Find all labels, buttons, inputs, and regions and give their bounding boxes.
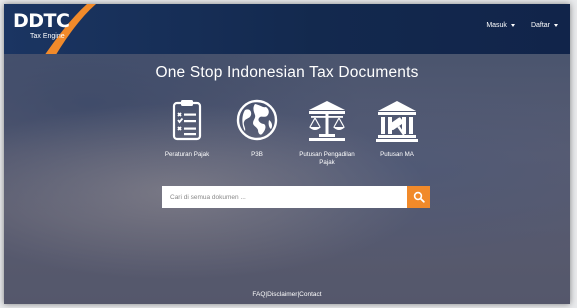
search-button[interactable] — [407, 186, 430, 208]
category-label: Peraturan Pajak — [164, 151, 210, 158]
logo[interactable]: DDTC — [13, 10, 70, 32]
login-label: Masuk — [486, 22, 507, 29]
regulation-clipboard-icon — [172, 100, 202, 141]
login-menu[interactable]: Masuk — [486, 22, 515, 29]
category-putusan-pengadilan-pajak[interactable]: Putusan Pengadilan Pajak — [292, 96, 362, 167]
register-menu[interactable]: Daftar — [531, 22, 558, 29]
supreme-court-gavel-icon — [376, 101, 418, 142]
tax-court-scales-icon — [309, 101, 345, 141]
register-label: Daftar — [530, 22, 550, 29]
category-peraturan-pajak[interactable]: Peraturan Pajak — [152, 96, 222, 167]
hero-background — [4, 54, 570, 304]
search-icon — [413, 191, 425, 203]
category-p3b[interactable]: P3B — [222, 96, 292, 167]
category-label: P3B — [251, 151, 263, 158]
disclaimer-link[interactable]: Disclaimer — [267, 291, 297, 298]
chevron-down-icon — [554, 24, 558, 27]
hero-section: One Stop Indonesian Tax Documents Peratu… — [4, 54, 570, 304]
category-putusan-ma[interactable]: Putusan MA — [362, 96, 432, 167]
search-bar — [162, 186, 430, 208]
search-input[interactable] — [162, 186, 407, 208]
category-label: Putusan MA — [380, 151, 414, 158]
category-list: Peraturan Pajak P3B Putusan Pengadilan P… — [152, 96, 432, 167]
category-label: Putusan Pengadilan Pajak — [299, 151, 355, 166]
faq-link[interactable]: FAQ — [252, 291, 265, 298]
logo-subtitle: Tax Engine — [30, 33, 65, 40]
chevron-down-icon — [510, 24, 515, 27]
browser-frame: DDTC Tax Engine Masuk Daftar One Stop In… — [4, 4, 570, 304]
page-title: One Stop Indonesian Tax Documents — [155, 64, 419, 81]
footer-links: FAQ|Disclaimer|Contact — [4, 291, 570, 298]
nav-menu: Masuk Daftar — [486, 22, 558, 29]
globe-icon — [236, 99, 278, 141]
top-navbar: DDTC Tax Engine Masuk Daftar — [4, 4, 570, 58]
contact-link[interactable]: Contact — [299, 291, 321, 298]
